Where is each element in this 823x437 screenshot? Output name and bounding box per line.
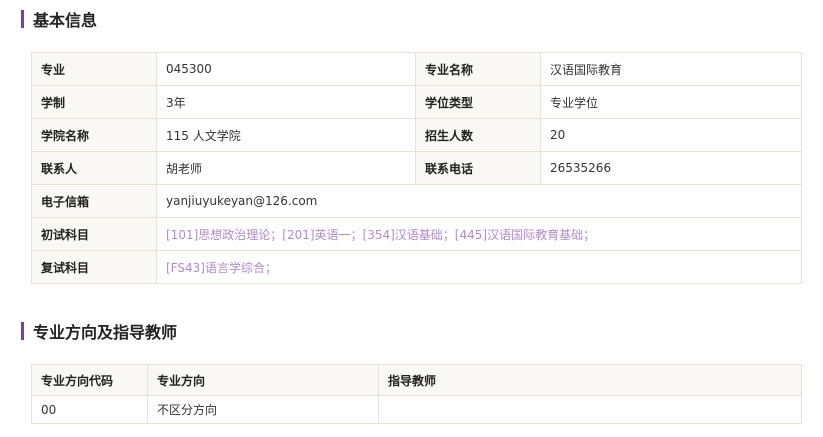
prelim-subjects-label: 初试科目 — [31, 217, 157, 251]
heading-accent-bar — [21, 322, 24, 340]
major-name-value: 汉语国际教育 — [540, 52, 802, 86]
degree-type-label: 学位类型 — [415, 85, 541, 119]
table-row: 学院名称 115 人文学院 招生人数 20 — [31, 118, 802, 152]
major-name-label: 专业名称 — [415, 52, 541, 86]
directions-table: 专业方向代码 专业方向 指导教师 00 不区分方向 — [31, 364, 802, 424]
table-row: 学制 3年 学位类型 专业学位 — [31, 85, 802, 119]
contact-label: 联系人 — [31, 151, 157, 185]
column-header-direction: 专业方向 — [147, 364, 379, 396]
directions-heading: 专业方向及指导教师 — [21, 321, 178, 342]
table-row: 复试科目 [FS43]语言学综合； — [31, 250, 802, 284]
table-row: 联系人 胡老师 联系电话 26535266 — [31, 151, 802, 185]
college-label: 学院名称 — [31, 118, 157, 152]
basic-info-title: 基本信息 — [33, 11, 98, 30]
direction-code-cell: 00 — [31, 395, 148, 424]
phone-label: 联系电话 — [415, 151, 541, 185]
directions-title: 专业方向及指导教师 — [33, 323, 178, 342]
advisor-cell — [378, 395, 802, 424]
table-header-row: 专业方向代码 专业方向 指导教师 — [31, 364, 802, 396]
table-row: 00 不区分方向 — [31, 395, 802, 424]
email-value: yanjiuyukeyan@126.com — [156, 184, 802, 218]
table-row: 专业 045300 专业名称 汉语国际教育 — [31, 52, 802, 86]
enrollment-label: 招生人数 — [415, 118, 541, 152]
contact-value: 胡老师 — [156, 151, 416, 185]
degree-type-value: 专业学位 — [540, 85, 802, 119]
direction-name-cell: 不区分方向 — [147, 395, 379, 424]
major-code-label: 专业 — [31, 52, 157, 86]
major-code-value: 045300 — [156, 52, 416, 86]
phone-value: 26535266 — [540, 151, 802, 185]
column-header-direction-code: 专业方向代码 — [31, 364, 148, 396]
duration-value: 3年 — [156, 85, 416, 119]
duration-label: 学制 — [31, 85, 157, 119]
prelim-subjects-link[interactable]: [101]思想政治理论；[201]英语一；[354]汉语基础；[445]汉语国际… — [156, 217, 802, 251]
college-value: 115 人文学院 — [156, 118, 416, 152]
enrollment-value: 20 — [540, 118, 802, 152]
table-row: 初试科目 [101]思想政治理论；[201]英语一；[354]汉语基础；[445… — [31, 217, 802, 251]
column-header-advisor: 指导教师 — [378, 364, 802, 396]
email-label: 电子信箱 — [31, 184, 157, 218]
basic-info-table: 专业 045300 专业名称 汉语国际教育 学制 3年 学位类型 专业学位 学院… — [31, 52, 802, 284]
heading-accent-bar — [21, 10, 24, 28]
basic-info-heading: 基本信息 — [21, 9, 98, 30]
retest-subjects-link[interactable]: [FS43]语言学综合； — [156, 250, 802, 284]
retest-subjects-label: 复试科目 — [31, 250, 157, 284]
table-row: 电子信箱 yanjiuyukeyan@126.com — [31, 184, 802, 218]
